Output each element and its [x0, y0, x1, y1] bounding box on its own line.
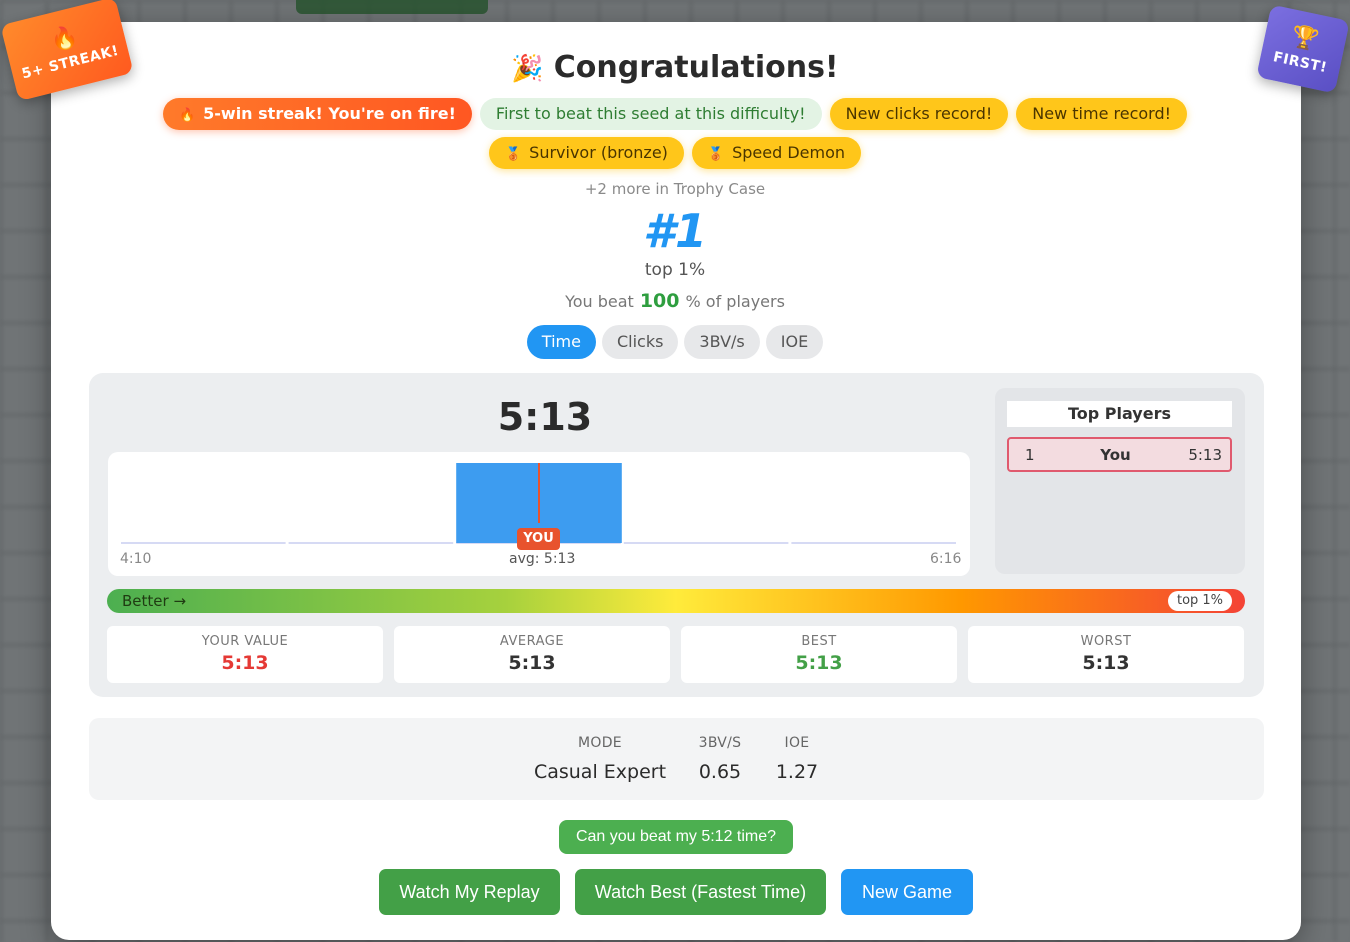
info-3bvs-label: 3BV/S: [698, 735, 742, 751]
tab-time[interactable]: Time: [526, 325, 596, 359]
challenge-button[interactable]: Can you beat my 5:12 time?: [559, 820, 793, 854]
info-mode-label: MODE: [578, 735, 622, 751]
achievement-chip-time-record: New time record!: [1016, 98, 1188, 130]
metric-label: WORST: [1080, 634, 1132, 649]
achievement-label: First to beat this seed at this difficul…: [495, 104, 806, 123]
metric-label: YOUR VALUE: [201, 634, 289, 649]
achievement-chip-speed-demon: 🥉 Speed Demon: [691, 137, 862, 169]
metric-value: 5:13: [795, 652, 843, 674]
achievement-label: Speed Demon: [732, 143, 846, 162]
percentile-scale-bar: [107, 589, 1245, 613]
metric-value: 5:13: [221, 652, 269, 674]
leaderboard-rank: 1: [1025, 445, 1035, 464]
beat-percent: 100: [639, 290, 680, 312]
scale-marker: top 1%: [1168, 591, 1232, 611]
histogram-min-label: 4:10: [120, 551, 152, 567]
info-mode-value: Casual Expert: [533, 761, 667, 783]
achievement-chip-survivor: 🥉 Survivor (bronze): [488, 137, 684, 169]
scale-better-label: Better →: [122, 592, 187, 610]
histogram-max-label: 6:16: [930, 551, 962, 567]
achievement-label: New clicks record!: [845, 104, 993, 123]
bronze-medal-icon: 🥉: [707, 147, 725, 162]
tab-clicks[interactable]: Clicks: [601, 325, 679, 359]
achievement-row-1: 🔥 5-win streak! You're on fire! First to …: [0, 98, 1350, 130]
achievement-chip-streak: 🔥 5-win streak! You're on fire!: [162, 98, 472, 130]
watch-best-button[interactable]: Watch Best (Fastest Time): [575, 869, 826, 915]
tab-ioe[interactable]: IOE: [765, 325, 824, 359]
info-ioe-value: 1.27: [775, 761, 819, 783]
watch-replay-button[interactable]: Watch My Replay: [379, 869, 560, 915]
info-3bvs-value: 0.65: [698, 761, 742, 783]
leaderboard-row[interactable]: 1 You 5:13: [1007, 437, 1232, 472]
metric-card-best: BEST 5:13: [681, 626, 957, 683]
background-toolbar: [296, 0, 488, 14]
metric-card-your-value: YOUR VALUE 5:13: [107, 626, 383, 683]
metric-value: 5:13: [508, 652, 556, 674]
game-info-panel: [89, 718, 1264, 800]
you-marker-tag: YOU: [517, 528, 560, 550]
page-title: 🎉 Congratulations!: [0, 50, 1350, 85]
achievement-chip-first: First to beat this seed at this difficul…: [479, 98, 822, 130]
beat-suffix: % of players: [685, 292, 785, 311]
info-ioe: IOE 1.27: [770, 735, 824, 783]
metric-label: BEST: [801, 634, 837, 649]
info-mode: MODE Casual Expert: [530, 735, 670, 783]
leaderboard-time: 5:13: [1188, 445, 1222, 464]
rank-value: #1: [642, 204, 707, 258]
new-game-button[interactable]: New Game: [841, 869, 973, 915]
beat-prefix: You beat: [565, 292, 634, 311]
tab-3bvs[interactable]: 3BV/s: [684, 325, 760, 359]
party-popper-icon: 🎉: [511, 54, 544, 84]
metric-tabs: Time Clicks 3BV/s IOE: [0, 325, 1350, 359]
info-ioe-label: IOE: [784, 735, 810, 751]
trophy-case-link[interactable]: +2 more in Trophy Case: [0, 180, 1350, 198]
metric-card-worst: WORST 5:13: [968, 626, 1244, 683]
achievement-label: Survivor (bronze): [529, 143, 668, 162]
achievement-label: 5-win streak! You're on fire!: [203, 104, 456, 123]
achievement-label: New time record!: [1032, 104, 1172, 123]
leaderboard-title: Top Players: [1007, 401, 1232, 427]
metric-card-average: AVERAGE 5:13: [394, 626, 670, 683]
metric-label: AVERAGE: [499, 634, 565, 649]
achievement-row-2: 🥉 Survivor (bronze) 🥉 Speed Demon: [0, 137, 1350, 169]
achievement-chip-clicks-record: New clicks record!: [829, 98, 1009, 130]
histogram-avg-label: avg: 5:13: [509, 551, 576, 567]
title-text: Congratulations!: [553, 50, 839, 85]
current-value: 5:13: [497, 395, 593, 439]
fire-icon: 🔥: [178, 108, 196, 123]
beat-line: You beat 100 % of players: [0, 290, 1350, 312]
info-3bvs: 3BV/S 0.65: [690, 735, 750, 783]
bronze-medal-icon: 🥉: [504, 147, 522, 162]
leaderboard-name: You: [1100, 445, 1131, 464]
metric-value: 5:13: [1082, 652, 1130, 674]
top-percent: top 1%: [644, 260, 706, 280]
